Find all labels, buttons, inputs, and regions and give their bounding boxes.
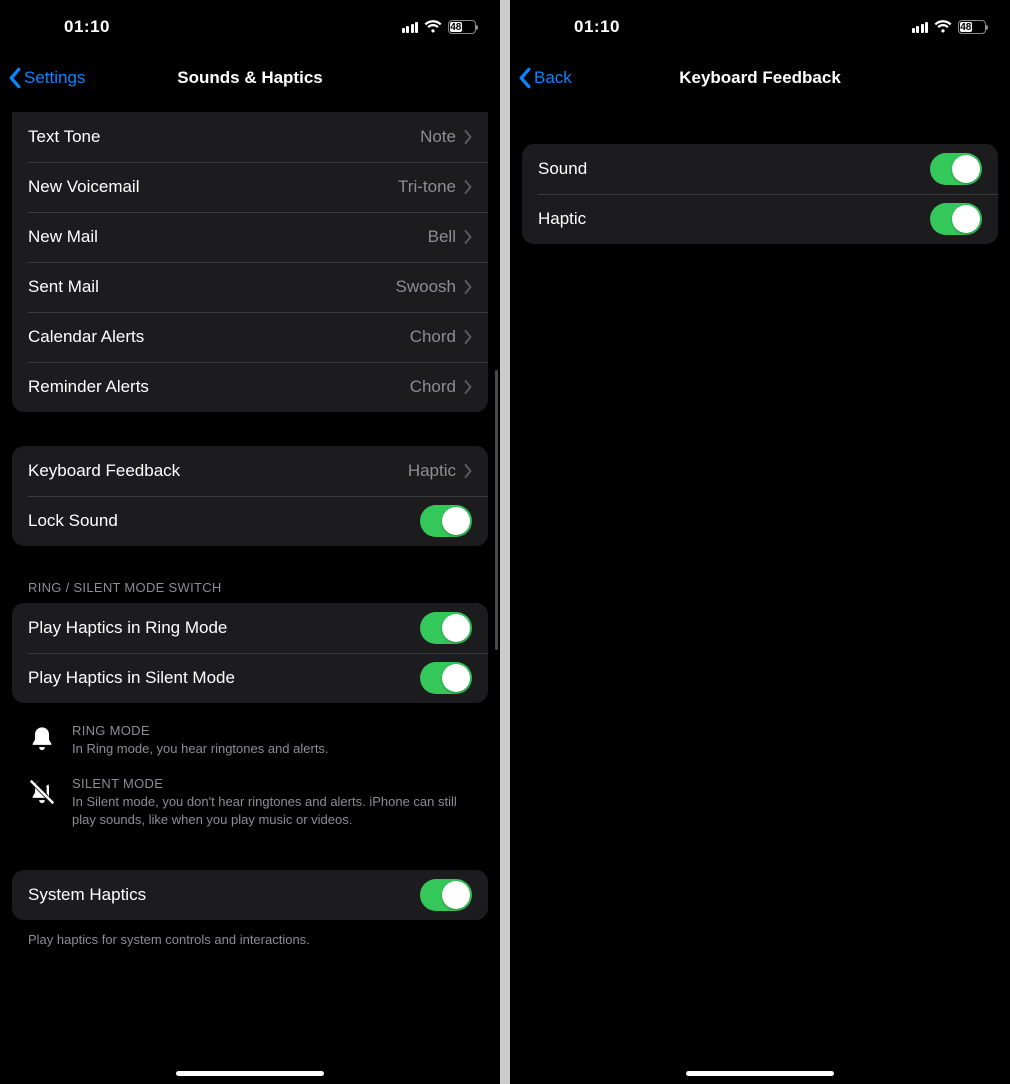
haptics-ring-toggle[interactable] [420,612,472,644]
row-system-haptics: System Haptics [12,870,488,920]
status-bar: 01:10 48 [0,0,500,54]
kb-sound-toggle[interactable] [930,153,982,185]
chevron-right-icon [464,180,472,194]
chevron-right-icon [464,380,472,394]
right-screen: 01:10 48 Back Keyboard Feedback Sound Ha… [510,0,1010,1084]
system-haptics-group: System Haptics [12,870,488,920]
system-haptics-toggle[interactable] [420,879,472,911]
battery-level: 48 [450,22,462,32]
row-label: Calendar Alerts [28,327,410,347]
chevron-right-icon [464,130,472,144]
row-text-tone[interactable]: Text Tone Note [12,112,488,162]
nav-bar: Back Keyboard Feedback [510,54,1010,102]
row-label: Reminder Alerts [28,377,410,397]
row-keyboard-feedback[interactable]: Keyboard Feedback Haptic [12,446,488,496]
battery-icon: 48 [958,20,986,34]
scrollbar-thumb[interactable] [495,370,498,650]
row-label: New Voicemail [28,177,398,197]
row-new-voicemail[interactable]: New Voicemail Tri-tone [12,162,488,212]
row-label: System Haptics [28,885,420,905]
row-label: Lock Sound [28,511,420,531]
wifi-icon [934,20,952,34]
row-label: Keyboard Feedback [28,461,408,481]
kb-haptic-toggle[interactable] [930,203,982,235]
chevron-right-icon [464,330,472,344]
lock-sound-toggle[interactable] [420,505,472,537]
row-label: Play Haptics in Silent Mode [28,668,420,688]
sounds-group: Text Tone Note New Voicemail Tri-tone Ne… [12,112,488,412]
row-haptics-ring: Play Haptics in Ring Mode [12,603,488,653]
wifi-icon [424,20,442,34]
row-value: Chord [410,327,464,347]
nav-bar: Settings Sounds & Haptics [0,54,500,102]
row-calendar-alerts[interactable]: Calendar Alerts Chord [12,312,488,362]
row-kb-haptic: Haptic [522,194,998,244]
page-title: Keyboard Feedback [679,68,841,88]
row-label: New Mail [28,227,428,247]
status-bar: 01:10 48 [510,0,1010,54]
home-indicator[interactable] [686,1071,834,1076]
row-label: Text Tone [28,127,420,147]
chevron-right-icon [464,230,472,244]
info-desc: In Ring mode, you hear ringtones and ale… [72,740,329,758]
row-value: Bell [428,227,464,247]
chevron-left-icon [518,67,531,89]
row-value: Haptic [408,461,464,481]
chevron-right-icon [464,280,472,294]
row-value: Chord [410,377,464,397]
bell-slash-icon [28,776,58,811]
battery-icon: 48 [448,20,476,34]
row-value: Note [420,127,464,147]
row-lock-sound: Lock Sound [12,496,488,546]
row-reminder-alerts[interactable]: Reminder Alerts Chord [12,362,488,412]
keyboard-feedback-group: Sound Haptic [522,144,998,244]
info-desc: In Silent mode, you don't hear ringtones… [72,793,472,828]
page-title: Sounds & Haptics [177,68,322,88]
cellular-icon [912,21,929,33]
row-label: Haptic [538,209,930,229]
back-label: Settings [24,68,85,88]
screen-divider [500,0,510,1084]
row-kb-sound: Sound [522,144,998,194]
status-time: 01:10 [538,17,620,37]
back-button[interactable]: Settings [8,67,85,89]
info-title: RING MODE [72,723,329,738]
bell-icon [28,723,58,758]
status-time: 01:10 [28,17,110,37]
haptics-silent-toggle[interactable] [420,662,472,694]
section-header: RING / SILENT MODE SWITCH [12,580,488,603]
back-label: Back [534,68,572,88]
cellular-icon [402,21,419,33]
row-value: Swoosh [396,277,464,297]
home-indicator[interactable] [176,1071,324,1076]
info-title: SILENT MODE [72,776,472,791]
back-button[interactable]: Back [518,67,572,89]
info-ring-mode: RING MODE In Ring mode, you hear rington… [12,721,488,774]
battery-level: 48 [960,22,972,32]
section-footer: Play haptics for system controls and int… [12,926,488,949]
row-label: Play Haptics in Ring Mode [28,618,420,638]
row-haptics-silent: Play Haptics in Silent Mode [12,653,488,703]
ring-silent-group: Play Haptics in Ring Mode Play Haptics i… [12,603,488,703]
left-screen: 01:10 48 Settings Sounds & Haptics Text … [0,0,500,1084]
row-new-mail[interactable]: New Mail Bell [12,212,488,262]
info-silent-mode: SILENT MODE In Silent mode, you don't he… [12,774,488,844]
chevron-left-icon [8,67,21,89]
row-label: Sent Mail [28,277,396,297]
keyboard-lock-group: Keyboard Feedback Haptic Lock Sound [12,446,488,546]
row-value: Tri-tone [398,177,464,197]
row-sent-mail[interactable]: Sent Mail Swoosh [12,262,488,312]
chevron-right-icon [464,464,472,478]
row-label: Sound [538,159,930,179]
